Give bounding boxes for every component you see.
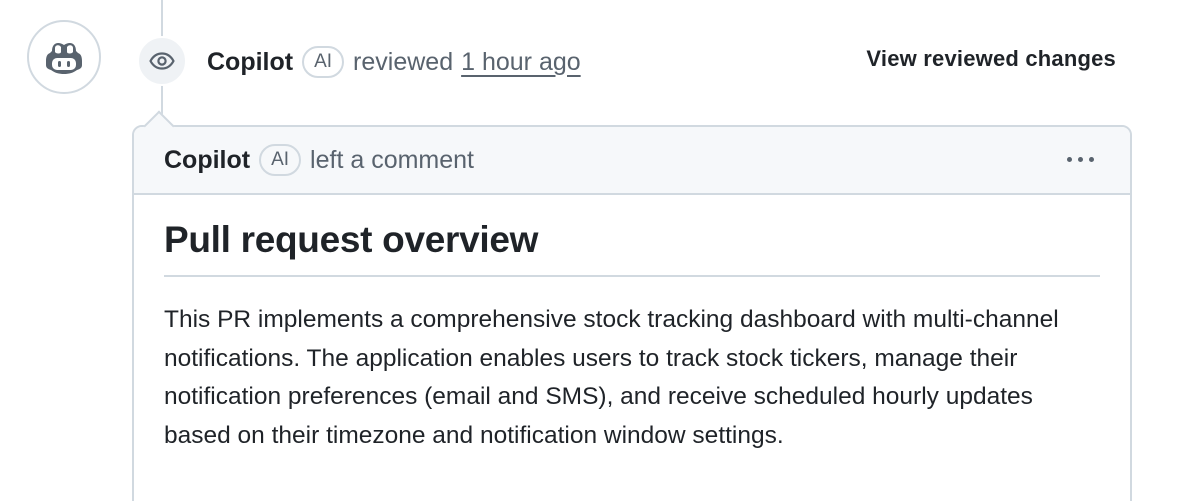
event-time-link[interactable]: 1 hour ago bbox=[461, 48, 581, 77]
copilot-icon bbox=[46, 43, 82, 74]
pr-timeline: Copilot AI reviewed 1 hour ago View revi… bbox=[0, 0, 1199, 501]
avatar[interactable] bbox=[27, 20, 101, 94]
ai-badge: AI bbox=[302, 46, 345, 78]
comment-body: Pull request overview This PR implements… bbox=[134, 195, 1130, 455]
eye-icon bbox=[149, 52, 175, 70]
comment-header: Copilot AI left a comment bbox=[134, 127, 1130, 195]
comment-author-link[interactable]: Copilot bbox=[164, 146, 250, 175]
overview-heading: Pull request overview bbox=[164, 219, 1100, 277]
comment-action: left a comment bbox=[310, 145, 474, 174]
view-reviewed-changes-link[interactable]: View reviewed changes bbox=[866, 46, 1116, 72]
review-comment: Copilot AI left a comment Pull request o… bbox=[132, 125, 1132, 501]
event-author-link[interactable]: Copilot bbox=[207, 48, 293, 77]
review-event: Copilot AI reviewed 1 hour ago bbox=[207, 42, 581, 82]
overview-paragraph: This PR implements a comprehensive stock… bbox=[164, 306, 1059, 449]
timeline-badge bbox=[137, 36, 187, 86]
ai-badge: AI bbox=[259, 144, 302, 176]
kebab-horizontal-icon[interactable] bbox=[1067, 149, 1094, 169]
event-action: reviewed bbox=[353, 47, 454, 76]
